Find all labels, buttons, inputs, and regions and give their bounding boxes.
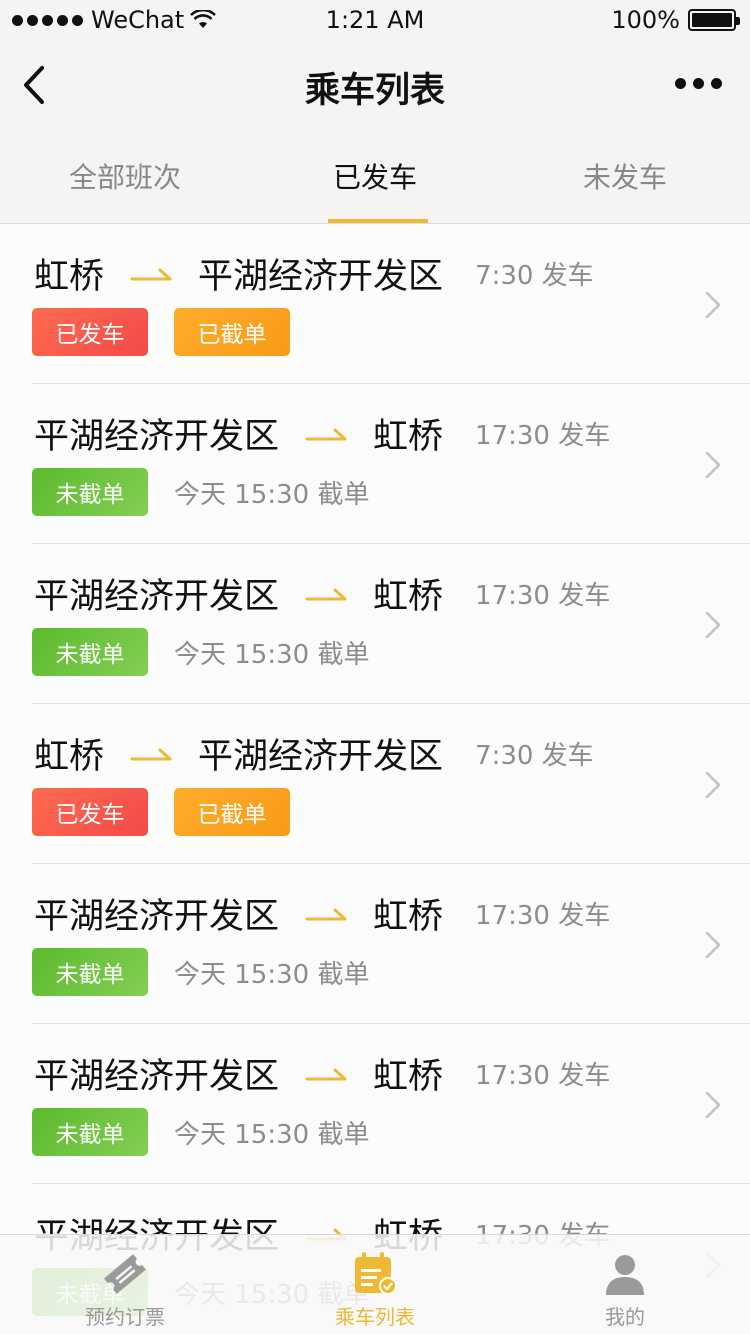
open-badge: 未截单 — [32, 1108, 148, 1156]
departure-time: 17:30 发车 — [475, 420, 611, 451]
destination-city: 平湖经济开发区 — [198, 256, 444, 297]
chevron-right-icon — [705, 931, 721, 959]
battery-group: 100% — [611, 6, 740, 34]
tab-all-trips[interactable]: 全部班次 — [0, 130, 250, 223]
battery-icon — [688, 9, 740, 31]
status-bar: WeChat 1:21 AM 100% — [0, 0, 750, 40]
trip-badges: 未截单今天 15:30 截单 — [32, 1108, 369, 1156]
nav-bar: 乘车列表 — [0, 40, 750, 130]
trip-route: 虹桥 平湖经济开发区 7:30 发车 — [34, 730, 594, 777]
route-arrow-icon — [130, 268, 172, 281]
origin-city: 虹桥 — [34, 256, 105, 297]
calendar-check-icon — [355, 1252, 397, 1295]
chevron-right-icon — [705, 611, 721, 639]
trip-route: 虹桥 平湖经济开发区 7:30 发车 — [34, 250, 594, 297]
ticket-icon — [104, 1254, 146, 1294]
trip-item[interactable]: 平湖经济开发区 虹桥 17:30 发车未截单今天 15:30 截单 — [32, 864, 750, 1024]
departure-time: 17:30 发车 — [475, 1060, 611, 1091]
destination-city: 虹桥 — [373, 576, 444, 617]
trip-badges: 已发车 已截单 — [32, 788, 316, 836]
chevron-right-icon — [705, 1091, 721, 1119]
origin-city: 平湖经济开发区 — [34, 576, 280, 617]
origin-city: 虹桥 — [34, 736, 105, 777]
tabbar-label-me: 我的 — [605, 1305, 645, 1329]
filter-tabs: 全部班次 已发车 未发车 — [0, 130, 750, 224]
trip-list: 虹桥 平湖经济开发区 7:30 发车 已发车 已截单 平湖经济开发区 虹桥 17:30 发车未… — [0, 224, 750, 1334]
closed-badge: 已截单 — [174, 788, 290, 836]
trip-route: 平湖经济开发区 虹桥 17:30 发车 — [34, 410, 611, 457]
open-badge: 未截单 — [32, 628, 148, 676]
tabbar-item-trip-list[interactable]: 乘车列表 — [250, 1235, 500, 1334]
route-arrow-icon — [305, 908, 347, 921]
trip-badges: 已发车 已截单 — [32, 308, 316, 356]
tabbar-label-booking: 预约订票 — [85, 1305, 165, 1329]
destination-city: 虹桥 — [373, 1056, 444, 1097]
chevron-right-icon — [705, 451, 721, 479]
trip-item[interactable]: 平湖经济开发区 虹桥 17:30 发车未截单今天 15:30 截单 — [32, 1024, 750, 1184]
trip-badges: 未截单今天 15:30 截单 — [32, 948, 369, 996]
origin-city: 平湖经济开发区 — [34, 416, 280, 457]
trip-badges: 未截单今天 15:30 截单 — [32, 468, 369, 516]
closed-badge: 已截单 — [174, 308, 290, 356]
trip-item[interactable]: 平湖经济开发区 虹桥 17:30 发车未截单今天 15:30 截单 — [32, 544, 750, 704]
departure-time: 17:30 发车 — [475, 900, 611, 931]
trip-item[interactable]: 平湖经济开发区 虹桥 17:30 发车未截单今天 15:30 截单 — [32, 384, 750, 544]
chevron-right-icon — [705, 291, 721, 319]
departure-time: 7:30 发车 — [475, 740, 594, 771]
destination-city: 虹桥 — [373, 416, 444, 457]
departed-badge: 已发车 — [32, 788, 148, 836]
cutoff-time: 今天 15:30 截单 — [174, 959, 370, 990]
more-icon[interactable] — [675, 78, 722, 89]
route-arrow-icon — [305, 1068, 347, 1081]
chevron-right-icon — [705, 771, 721, 799]
open-badge: 未截单 — [32, 468, 148, 516]
battery-percent: 100% — [611, 6, 680, 34]
route-arrow-icon — [305, 588, 347, 601]
bottom-tab-bar: 预约订票 乘车列表 我的 — [0, 1234, 750, 1334]
trip-route: 平湖经济开发区 虹桥 17:30 发车 — [34, 890, 611, 937]
tabbar-item-me[interactable]: 我的 — [500, 1235, 750, 1334]
tab-departed[interactable]: 已发车 — [250, 130, 500, 223]
page-title: 乘车列表 — [304, 71, 445, 111]
destination-city: 虹桥 — [373, 896, 444, 937]
tabbar-label-trip-list: 乘车列表 — [335, 1305, 415, 1329]
route-arrow-icon — [305, 428, 347, 441]
origin-city: 平湖经济开发区 — [34, 896, 280, 937]
open-badge: 未截单 — [32, 948, 148, 996]
cutoff-time: 今天 15:30 截单 — [174, 1119, 370, 1150]
cutoff-time: 今天 15:30 截单 — [174, 639, 370, 670]
tabbar-item-booking[interactable]: 预约订票 — [0, 1235, 250, 1334]
origin-city: 平湖经济开发区 — [34, 1056, 280, 1097]
trip-route: 平湖经济开发区 虹桥 17:30 发车 — [34, 1050, 611, 1097]
trip-badges: 未截单今天 15:30 截单 — [32, 628, 369, 676]
tab-not-departed[interactable]: 未发车 — [500, 130, 750, 223]
trip-item[interactable]: 虹桥 平湖经济开发区 7:30 发车已发车 已截单 — [32, 704, 750, 864]
trip-route: 平湖经济开发区 虹桥 17:30 发车 — [34, 570, 611, 617]
route-arrow-icon — [130, 748, 172, 761]
departure-time: 7:30 发车 — [475, 260, 594, 291]
departure-time: 17:30 发车 — [475, 580, 611, 611]
user-icon — [606, 1255, 644, 1295]
destination-city: 平湖经济开发区 — [198, 736, 444, 777]
trip-item[interactable]: 虹桥 平湖经济开发区 7:30 发车已发车 已截单 — [32, 224, 750, 384]
cutoff-time: 今天 15:30 截单 — [174, 479, 370, 510]
departed-badge: 已发车 — [32, 308, 148, 356]
